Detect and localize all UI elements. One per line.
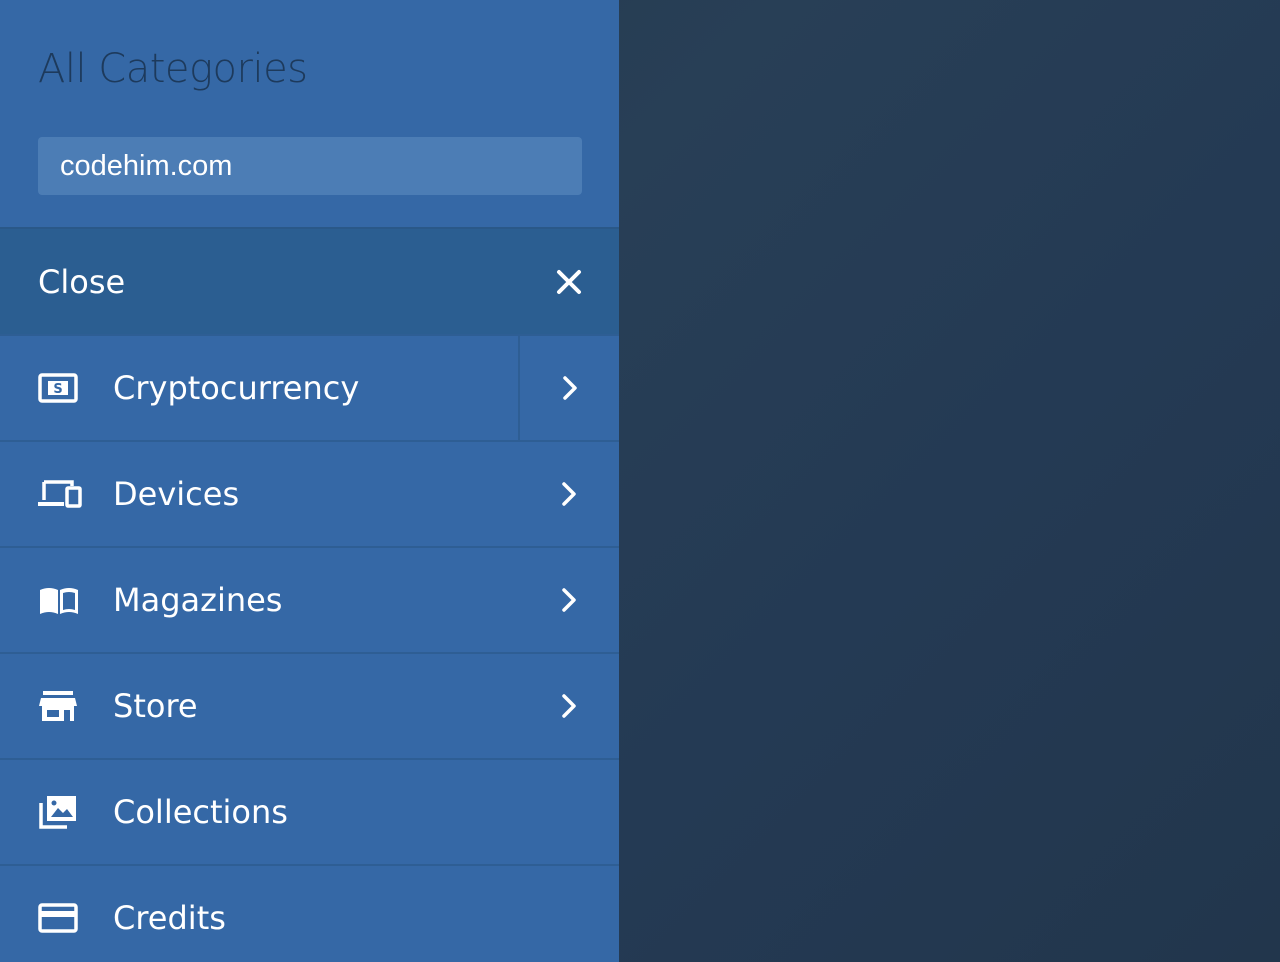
menu-item-devices[interactable]: Devices <box>0 440 619 546</box>
page-backdrop[interactable] <box>619 0 1280 962</box>
menu-item-magazines[interactable]: Magazines <box>0 546 619 652</box>
submenu-toggle[interactable] <box>518 654 619 758</box>
menu-item-store[interactable]: Store <box>0 652 619 758</box>
submenu-toggle[interactable] <box>518 548 619 652</box>
submenu-toggle[interactable] <box>518 336 619 440</box>
close-label: Close <box>38 262 126 301</box>
book-icon <box>40 588 78 614</box>
menu-item-label: Cryptocurrency <box>113 369 360 407</box>
submenu-toggle[interactable] <box>518 442 619 546</box>
menu-item-label: Collections <box>113 793 288 831</box>
collections-icon <box>39 796 76 829</box>
menu-item-collections[interactable]: Collections <box>0 758 619 864</box>
sidebar-title: All Categories <box>38 46 308 92</box>
close-icon <box>557 269 581 294</box>
chevron-right-icon <box>561 588 576 612</box>
menu-item-cryptocurrency[interactable]: S Cryptocurrency <box>0 334 619 440</box>
chevron-right-icon <box>561 482 576 506</box>
chevron-right-icon <box>561 694 576 718</box>
close-button[interactable]: Close <box>0 227 619 334</box>
store-icon <box>39 691 77 721</box>
chevron-right-icon <box>562 376 577 400</box>
svg-text:S: S <box>53 382 62 397</box>
money-icon: S <box>38 373 78 403</box>
menu-item-label: Credits <box>113 899 226 937</box>
menu-item-credits[interactable]: Credits <box>0 864 619 962</box>
menu-item-label: Devices <box>113 475 240 513</box>
sidebar-header: All Categories <box>0 0 619 227</box>
menu-item-label: Magazines <box>113 581 283 619</box>
devices-icon <box>38 480 82 508</box>
menu-item-label: Store <box>113 687 198 725</box>
search-input[interactable] <box>38 137 582 195</box>
credit-card-icon <box>38 903 78 933</box>
sidebar: All Categories Close S Cryptocurrency <box>0 0 619 962</box>
